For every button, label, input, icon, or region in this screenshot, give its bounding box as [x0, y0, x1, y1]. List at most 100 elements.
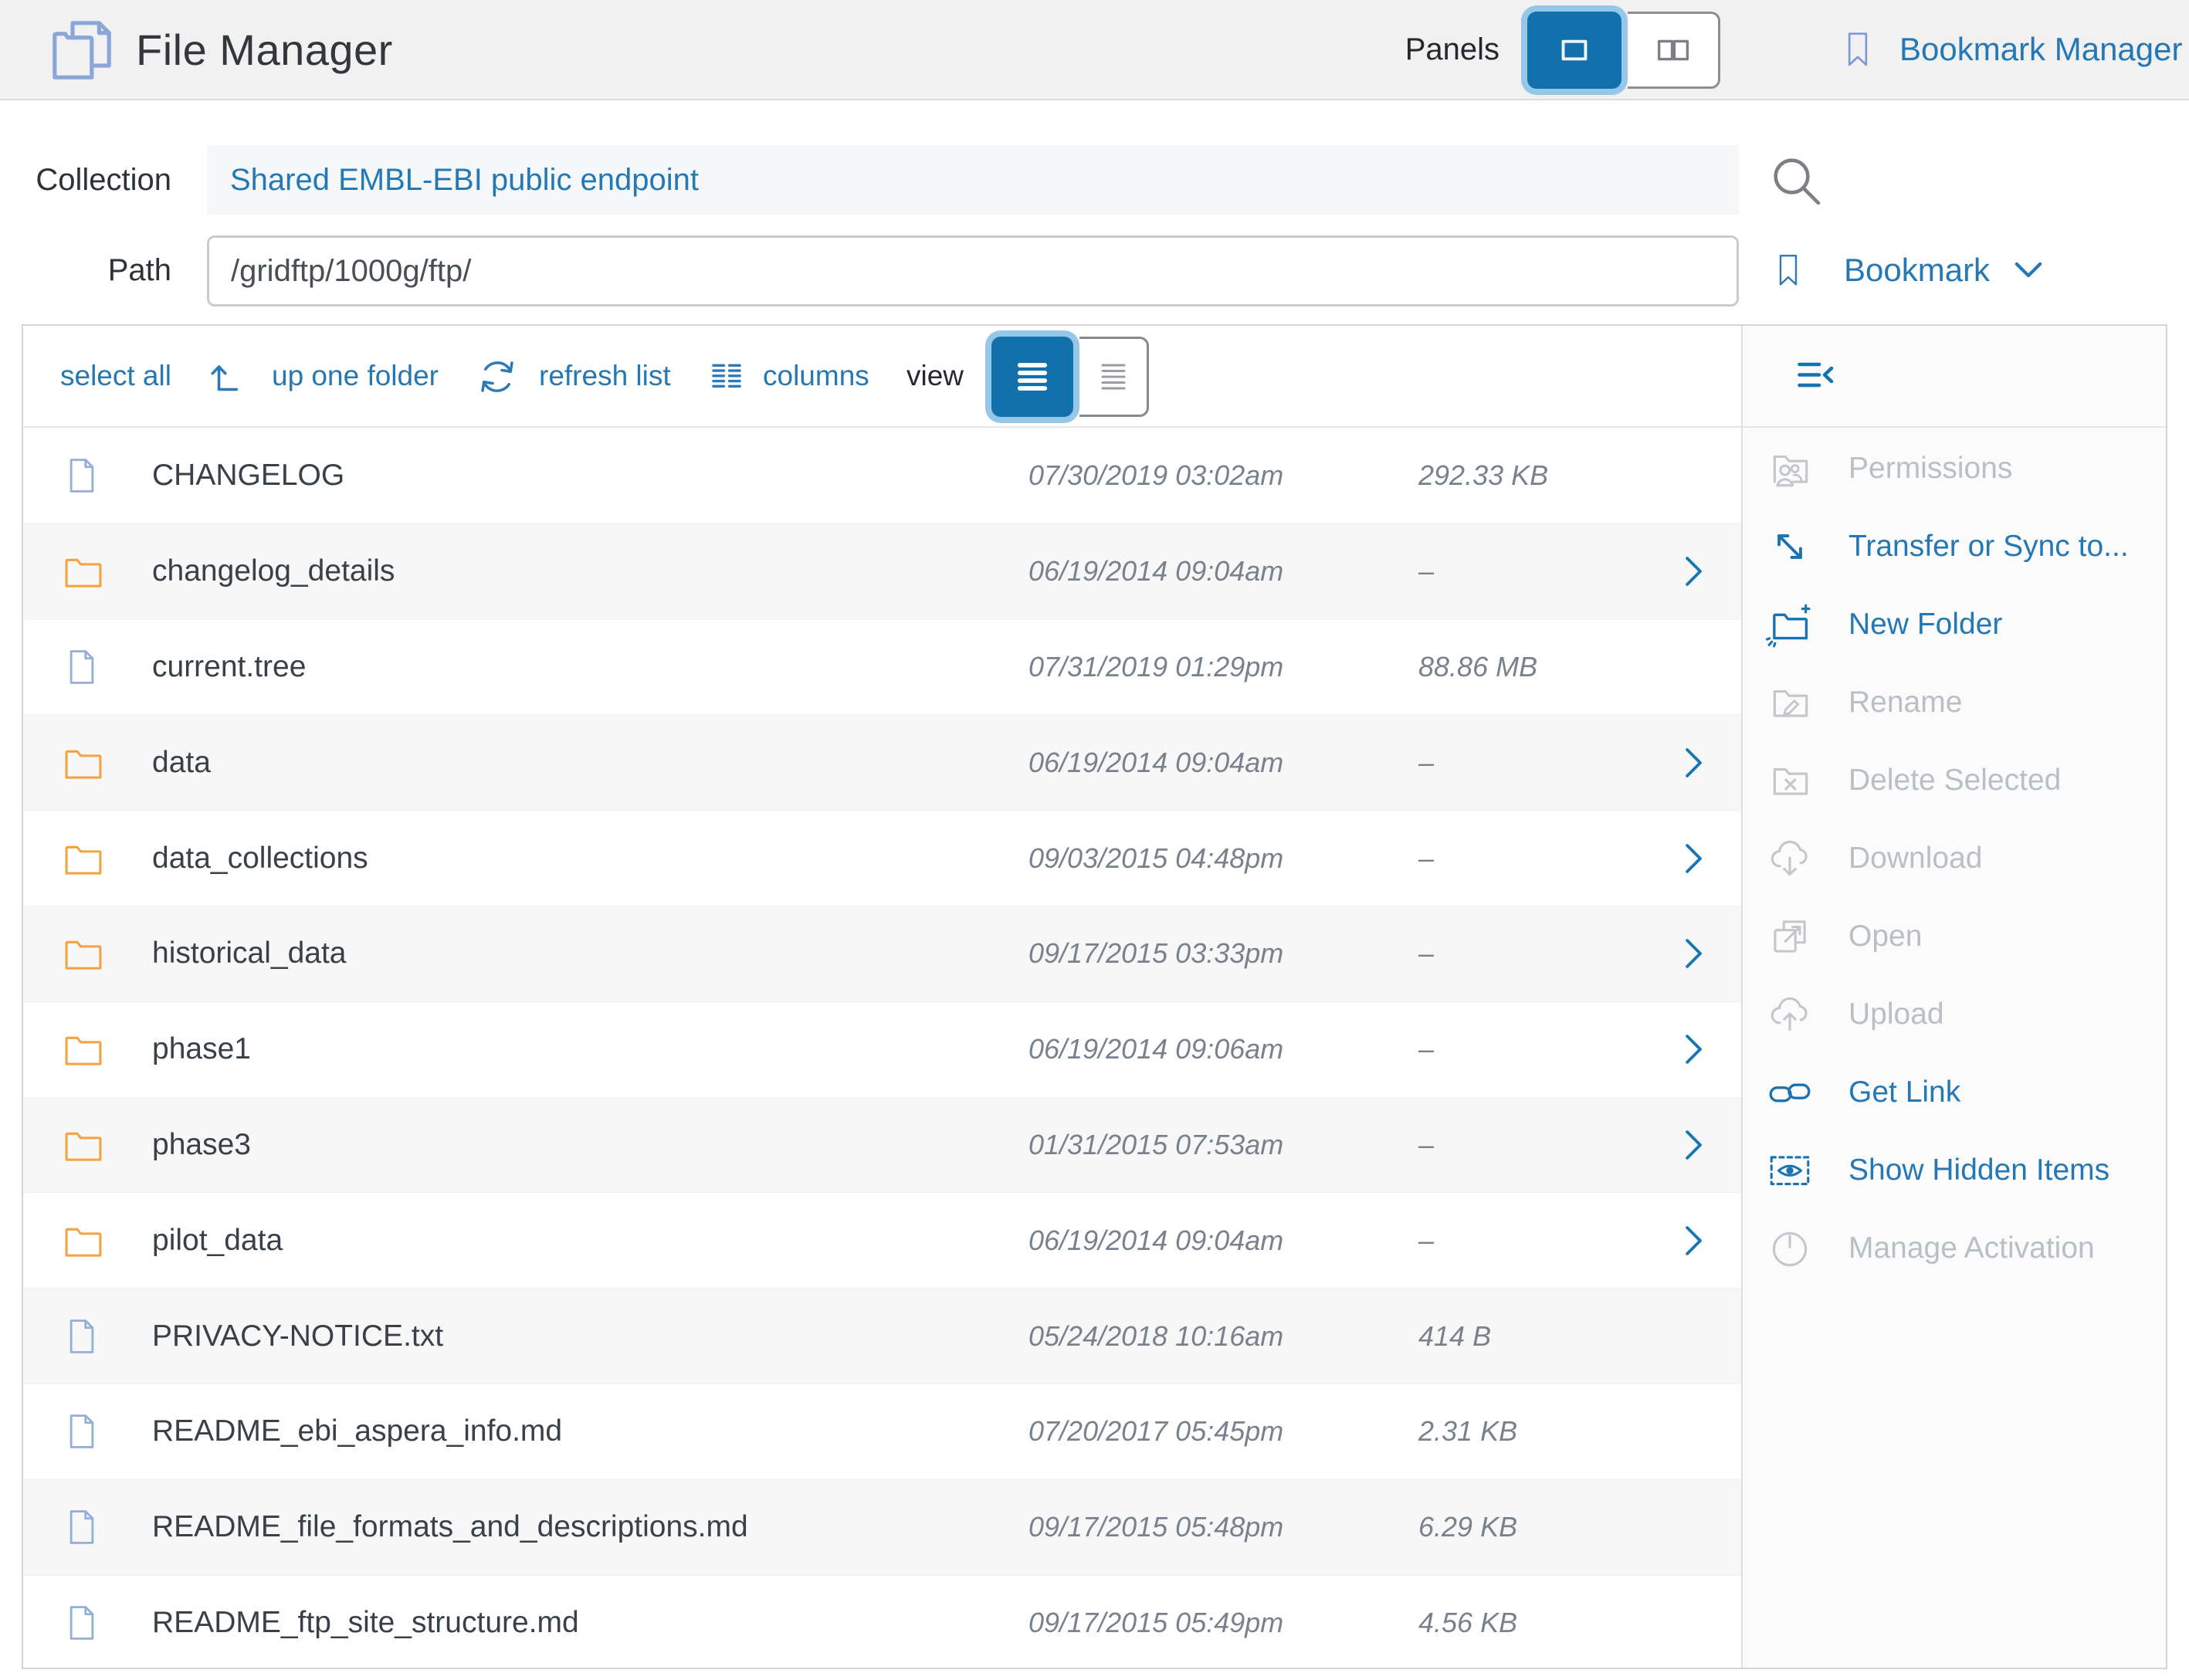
transfer-icon: [1766, 523, 1814, 571]
up-one-folder-button[interactable]: up one folder: [272, 326, 439, 426]
file-name: CHANGELOG: [152, 459, 344, 493]
file-name: README_file_formats_and_descriptions.md: [152, 1510, 748, 1544]
columns-icon[interactable]: [706, 357, 747, 398]
toolbar: select all up one folder refresh list co…: [23, 326, 1741, 428]
file-size: –: [1418, 1129, 1434, 1161]
file-size: 414 B: [1418, 1320, 1491, 1353]
sidebar-item-rename: Rename: [1743, 663, 2166, 741]
file-icon: [62, 1598, 102, 1648]
refresh-icon[interactable]: [474, 354, 520, 400]
file-name: data: [152, 746, 211, 780]
page-title: File Manager: [136, 0, 393, 99]
file-size: –: [1418, 555, 1434, 588]
chevron-right-icon[interactable]: [1672, 1028, 1714, 1070]
file-name: README_ebi_aspera_info.md: [152, 1414, 562, 1448]
file-row[interactable]: PRIVACY-NOTICE.txt 05/24/2018 10:16am 41…: [23, 1288, 1741, 1384]
sidebar-item-link[interactable]: Get Link: [1743, 1053, 2166, 1131]
power-icon: [1766, 1224, 1814, 1272]
file-row[interactable]: phase1 06/19/2014 09:06am –: [23, 1001, 1741, 1097]
bookmark-icon: [1770, 237, 1807, 303]
file-size: –: [1418, 937, 1434, 970]
bookmark-dropdown[interactable]: Bookmark: [1770, 233, 2050, 307]
bookmark-manager-link[interactable]: Bookmark Manager: [1838, 0, 2183, 99]
refresh-list-button[interactable]: refresh list: [539, 326, 671, 426]
view-label: view: [906, 326, 964, 426]
new-folder-icon: [1766, 601, 1814, 649]
sidebar-item-permissions: Permissions: [1743, 429, 2166, 507]
search-icon[interactable]: [1767, 151, 1827, 212]
chevron-right-icon[interactable]: [1672, 933, 1714, 974]
sidebar-menu-item-label: Open: [1848, 920, 1922, 953]
sidebar-menu-item-label: Transfer or Sync to...: [1848, 530, 2129, 564]
view-list-button[interactable]: [991, 337, 1073, 417]
file-date: 09/17/2015 05:49pm: [1028, 1607, 1283, 1639]
file-row[interactable]: historical_data 09/17/2015 03:33pm –: [23, 906, 1741, 1001]
file-icon: [62, 642, 102, 692]
file-row[interactable]: phase3 01/31/2015 07:53am –: [23, 1097, 1741, 1193]
file-row[interactable]: README_file_formats_and_descriptions.md …: [23, 1479, 1741, 1575]
up-one-folder-icon[interactable]: [208, 355, 253, 400]
file-row[interactable]: README_ebi_aspera_info.md 07/20/2017 05:…: [23, 1384, 1741, 1479]
file-row[interactable]: README_ftp_site_structure.md 09/17/2015 …: [23, 1575, 1741, 1668]
chevron-right-icon[interactable]: [1672, 838, 1714, 879]
chevron-right-icon[interactable]: [1672, 1124, 1714, 1166]
sidebar-item-download: Download: [1743, 819, 2166, 897]
file-icon: [62, 451, 102, 500]
chevron-right-icon[interactable]: [1672, 1220, 1714, 1262]
chevron-right-icon[interactable]: [1672, 742, 1714, 784]
collapse-sidebar-icon[interactable]: [1792, 354, 1840, 400]
file-size: 6.29 KB: [1418, 1511, 1517, 1543]
folder-icon: [62, 932, 105, 975]
file-size: –: [1418, 1224, 1434, 1257]
file-row[interactable]: data 06/19/2014 09:04am –: [23, 714, 1741, 810]
list-view-icon: [1009, 354, 1056, 400]
file-date: 09/03/2015 04:48pm: [1028, 842, 1283, 875]
file-list-area: select all up one folder refresh list co…: [23, 326, 1741, 1668]
sidebar-menu-item-label: Show Hidden Items: [1848, 1153, 2109, 1187]
file-size: 2.31 KB: [1418, 1415, 1517, 1448]
file-date: 06/19/2014 09:04am: [1028, 555, 1283, 588]
upload-icon: [1766, 991, 1814, 1038]
panels-single-button[interactable]: [1527, 12, 1621, 89]
file-date: 01/31/2015 07:53am: [1028, 1129, 1283, 1161]
bookmark-ribbon-icon: [1838, 22, 1878, 77]
file-size: 4.56 KB: [1418, 1607, 1517, 1639]
sidebar-menu: Permissions Transfer or Sync to... New F…: [1743, 428, 2166, 1287]
view-condensed-button[interactable]: [1079, 337, 1149, 417]
panels-dual-button[interactable]: [1628, 12, 1720, 89]
folder-icon: [62, 550, 105, 593]
path-label: Path: [0, 235, 171, 305]
rename-icon: [1766, 679, 1814, 727]
file-date: 06/19/2014 09:04am: [1028, 747, 1283, 779]
dual-panel-icon: [1651, 28, 1696, 73]
sidebar-header: [1743, 326, 2166, 428]
folder-icon: [62, 1028, 105, 1071]
path-input[interactable]: [207, 235, 1739, 307]
sidebar-item-eye[interactable]: Show Hidden Items: [1743, 1131, 2166, 1209]
folder-icon: [62, 1123, 105, 1167]
columns-button[interactable]: columns: [763, 326, 869, 426]
file-row[interactable]: pilot_data 06/19/2014 09:04am –: [23, 1192, 1741, 1288]
main-panel: select all up one folder refresh list co…: [22, 324, 2167, 1669]
collection-field[interactable]: Shared EMBL-EBI public endpoint: [207, 145, 1739, 215]
file-row[interactable]: data_collections 09/03/2015 04:48pm –: [23, 810, 1741, 906]
file-name: changelog_details: [152, 554, 395, 588]
file-row[interactable]: current.tree 07/31/2019 01:29pm 88.86 MB: [23, 619, 1741, 715]
select-all-button[interactable]: select all: [60, 326, 171, 426]
folder-icon: [62, 741, 105, 784]
sidebar-item-delete: Delete Selected: [1743, 741, 2166, 819]
file-icon: [62, 1312, 102, 1361]
file-name: phase3: [152, 1128, 251, 1162]
chevron-right-icon[interactable]: [1672, 550, 1714, 592]
sidebar-menu-item-label: Upload: [1848, 998, 1944, 1031]
condensed-view-icon: [1092, 355, 1135, 398]
file-icon: [62, 1407, 102, 1456]
delete-icon: [1766, 757, 1814, 804]
sidebar-item-new-folder[interactable]: New Folder: [1743, 585, 2166, 663]
file-row[interactable]: changelog_details 06/19/2014 09:04am –: [23, 523, 1741, 619]
file-row[interactable]: CHANGELOG 07/30/2019 03:02am 292.33 KB: [23, 428, 1741, 523]
sidebar-item-transfer[interactable]: Transfer or Sync to...: [1743, 507, 2166, 585]
file-name: README_ftp_site_structure.md: [152, 1606, 579, 1640]
sidebar-menu-item-label: Rename: [1848, 686, 1962, 720]
panels-label: Panels: [1336, 0, 1499, 99]
